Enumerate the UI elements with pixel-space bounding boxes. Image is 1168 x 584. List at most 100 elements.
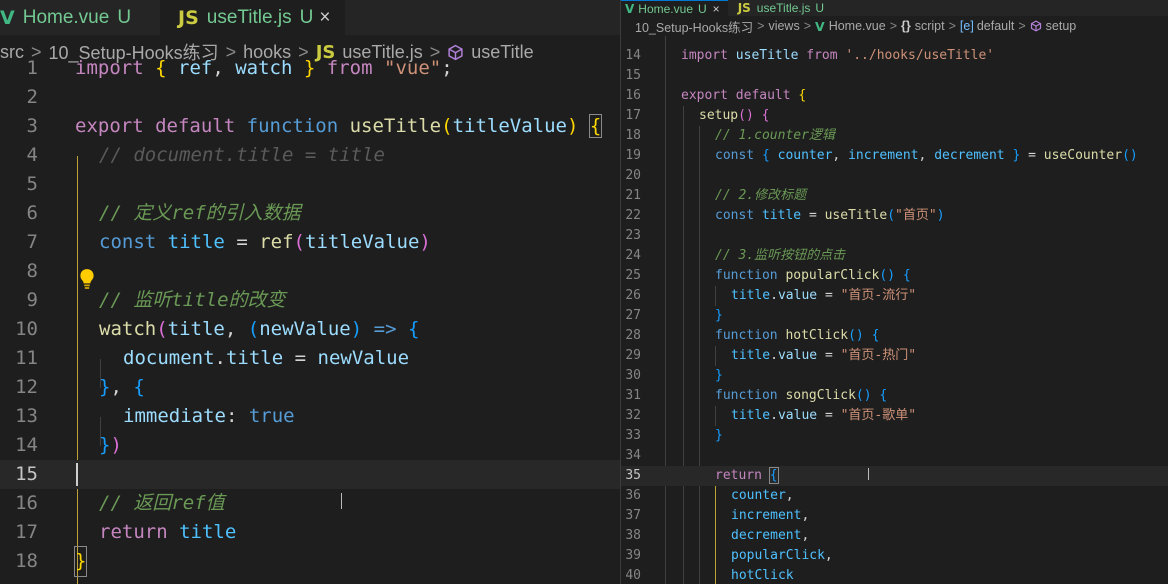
code-line: 12}, { <box>0 373 145 402</box>
line-number: 9 <box>26 289 38 311</box>
tab-usetitle-js[interactable]: JS useTitle.js U <box>728 0 832 16</box>
indent-guide <box>715 286 716 306</box>
code-line: 9// 监听title的改变 <box>0 286 286 315</box>
line-number: 29 <box>625 348 641 363</box>
tab-label: useTitle.js <box>756 1 811 15</box>
code-line: 21// 2.修改标题 <box>621 186 806 206</box>
vue-icon: V <box>625 1 635 16</box>
tab-label: Home.vue <box>22 6 110 28</box>
js-icon: JS <box>737 1 751 15</box>
breadcrumb-label: views <box>768 19 800 33</box>
line-number: 38 <box>625 528 641 543</box>
line-number: 17 <box>15 521 38 543</box>
line-number: 28 <box>625 328 641 343</box>
line-number: 19 <box>625 148 641 163</box>
code-line: 30} <box>621 366 722 386</box>
code-line-current: 35 return { <box>621 466 1168 486</box>
left-editor-group: V Home.vue U JS useTitle.js U × src > 10… <box>0 0 620 584</box>
breadcrumb-item-default[interactable]: [e] default <box>960 19 1014 33</box>
breadcrumb: 10_Setup-Hooks练习 > views > V Home.vue > {… <box>621 16 1168 36</box>
breadcrumb-item-symbol[interactable]: useTitle <box>447 42 534 63</box>
breadcrumb-label: setup <box>1045 19 1077 33</box>
mouse-ibeam <box>341 493 342 509</box>
code-line: 29 title.value = "首页-热门" <box>621 346 916 366</box>
line-number: 36 <box>625 488 641 503</box>
symbol-variable-icon: [e] <box>959 19 974 33</box>
close-icon[interactable]: × <box>713 2 720 16</box>
untracked-badge: U <box>117 6 132 28</box>
code-line: 11 document.title = newValue <box>0 344 409 373</box>
lightbulb-icon[interactable] <box>78 268 96 290</box>
code-line: 2 <box>0 83 38 112</box>
line-number: 33 <box>625 428 641 443</box>
line-number: 14 <box>625 48 641 63</box>
symbol-method-icon <box>1030 20 1041 32</box>
code-line: 39 popularClick, <box>621 546 832 566</box>
breadcrumb-item-views[interactable]: views <box>768 19 799 33</box>
line-number: 32 <box>625 408 641 423</box>
code-line: 22 const title = useTitle("首页") <box>621 206 944 226</box>
tab-usetitle-js[interactable]: JS useTitle.js U × <box>160 0 345 35</box>
js-icon: JS <box>178 6 199 29</box>
line-number: 13 <box>15 405 38 427</box>
line-number: 31 <box>625 388 641 403</box>
breadcrumb-item-symbol[interactable]: setup <box>1030 19 1077 33</box>
indent-guide <box>683 106 684 584</box>
tab-bar: V Home.vue U JS useTitle.js U × <box>0 0 620 35</box>
code-line: 15 <box>621 66 641 86</box>
braces-icon: {} <box>901 19 911 33</box>
chevron-right-icon: > <box>948 19 956 33</box>
code-line: 5 <box>0 170 38 199</box>
close-icon[interactable]: × <box>319 7 330 29</box>
code-line: 25 function popularClick() { <box>621 266 910 286</box>
code-line: 27} <box>621 306 722 326</box>
chevron-right-icon: > <box>803 19 812 33</box>
code-editor[interactable]: 14 import useTitle from '../hooks/useTitl… <box>621 36 1168 584</box>
line-number: 14 <box>15 434 38 456</box>
breadcrumb-label: script <box>914 19 945 33</box>
vue-icon: V <box>815 18 825 34</box>
line-number: 6 <box>26 202 38 224</box>
code-line: 18} <box>0 546 88 577</box>
code-line: 24// 3.监听按钮的点击 <box>621 246 845 266</box>
breadcrumb-item-folder[interactable]: 10_Setup-Hooks练习 <box>635 17 753 36</box>
line-number: 37 <box>625 508 641 523</box>
code-line: 17 return title <box>0 518 236 547</box>
tab-home-vue[interactable]: V Home.vue U <box>0 0 160 35</box>
code-line: 38 decrement, <box>621 526 809 546</box>
tab-home-vue[interactable]: V Home.vue U × <box>621 0 728 16</box>
line-number: 22 <box>625 208 641 223</box>
code-line: 26 title.value = "首页-流行" <box>621 286 916 306</box>
line-number: 30 <box>625 368 641 383</box>
line-number: 27 <box>625 308 641 323</box>
line-number: 34 <box>625 448 641 463</box>
code-line: 18// 1.counter逻辑 <box>621 126 835 146</box>
line-number: 23 <box>625 228 641 243</box>
line-number: 18 <box>625 128 641 143</box>
breadcrumb-item-file[interactable]: V Home.vue <box>815 19 886 34</box>
line-number: 12 <box>15 376 38 398</box>
indent-guide <box>665 36 666 584</box>
line-number: 15 <box>625 68 641 83</box>
line-number: 24 <box>625 248 641 263</box>
code-line: 40 hotClick <box>621 566 793 584</box>
code-line: 34 <box>621 446 641 466</box>
line-number: 2 <box>26 86 38 108</box>
line-number: 1 <box>26 57 38 79</box>
code-line: 20 <box>621 166 641 186</box>
tab-label: useTitle.js <box>206 6 292 28</box>
code-editor[interactable]: 1 import { ref, watch } from "vue"; 2 3 ex… <box>0 57 620 584</box>
breadcrumb-label: 10_Setup-Hooks练习 <box>635 20 754 35</box>
indent-guide <box>715 486 716 584</box>
code-line: 31 function songClick() { <box>621 386 887 406</box>
line-number: 20 <box>625 168 641 183</box>
line-number: 40 <box>625 568 641 583</box>
line-number: 4 <box>26 144 38 166</box>
line-number: 7 <box>26 231 38 253</box>
mouse-ibeam <box>868 468 869 480</box>
code-line: 7 const title = ref(titleValue) <box>0 228 431 257</box>
untracked-badge: U <box>698 1 707 16</box>
code-line: 36 counter, <box>621 486 793 506</box>
line-number: 21 <box>625 188 641 203</box>
breadcrumb-item-script[interactable]: {} script <box>901 19 945 33</box>
